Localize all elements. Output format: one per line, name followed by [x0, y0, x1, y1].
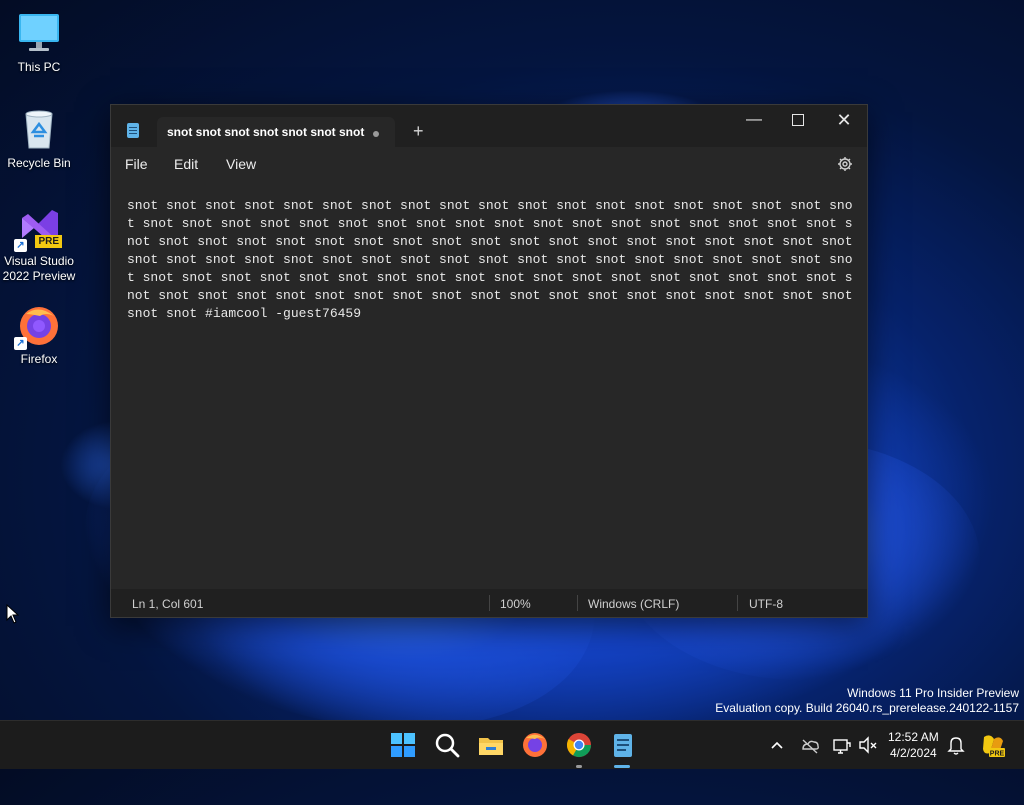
firefox-icon[interactable] [521, 731, 549, 759]
divider [489, 595, 490, 611]
notepad-icon [127, 123, 139, 138]
system-clock[interactable]: 12:52 AM 4/2/2024 [888, 729, 939, 761]
tab-document[interactable]: snot snot snot snot snot snot snot [157, 117, 395, 147]
encoding[interactable]: UTF-8 [749, 597, 783, 611]
clock-time: 12:52 AM [888, 730, 939, 744]
notification-bell-icon[interactable] [946, 731, 966, 759]
search-icon[interactable] [433, 731, 461, 759]
unsaved-indicator-icon[interactable] [373, 131, 379, 137]
desktop-icon-label: Firefox [20, 352, 58, 366]
status-bar: Ln 1, Col 601 100% Windows (CRLF) UTF-8 [111, 589, 867, 617]
shortcut-arrow-icon: ↗ [14, 337, 27, 350]
mouse-cursor-icon [6, 604, 20, 624]
recycle-bin-icon [16, 106, 62, 152]
tab-title: snot snot snot snot snot snot snot [167, 125, 365, 139]
menu-view[interactable]: View [226, 156, 256, 172]
clock-date: 4/2/2024 [889, 746, 937, 760]
desktop-icon-firefox[interactable]: ↗ Firefox [0, 302, 79, 367]
gear-icon[interactable] [837, 156, 853, 172]
desktop-icon-recycle-bin[interactable]: Recycle Bin [0, 106, 79, 171]
watermark-line: Windows 11 Pro Insider Preview [847, 686, 1019, 700]
close-button[interactable]: ✕ [821, 105, 867, 135]
text-editor[interactable]: snot snot snot snot snot snot snot snot … [127, 197, 857, 323]
zoom-level[interactable]: 100% [500, 597, 531, 611]
new-tab-button[interactable]: + [413, 121, 424, 142]
line-ending[interactable]: Windows (CRLF) [588, 597, 679, 611]
visual-studio-icon: PRE ↗ [14, 204, 62, 252]
desktop-icon-visual-studio[interactable]: PRE ↗ Visual Studio 2022 Preview [0, 204, 79, 284]
chrome-icon[interactable] [565, 731, 593, 759]
notepad-icon[interactable] [609, 731, 637, 759]
divider [577, 595, 578, 611]
network-icon[interactable] [832, 731, 852, 759]
divider [737, 595, 738, 611]
file-explorer-icon[interactable] [477, 731, 505, 759]
evaluation-watermark: Windows 11 Pro Insider Preview Evaluatio… [715, 686, 1019, 716]
desktop-icon-label: Recycle Bin [7, 156, 71, 170]
taskbar: 12:52 AM 4/2/2024 PRE [0, 720, 1024, 769]
chevron-up-icon[interactable] [769, 731, 785, 759]
cursor-position: Ln 1, Col 601 [132, 597, 204, 611]
monitor-icon [16, 10, 62, 56]
minimize-button[interactable]: — [731, 105, 777, 135]
menu-edit[interactable]: Edit [174, 156, 198, 172]
svg-text:PRE: PRE [990, 751, 1005, 758]
maximize-icon [792, 113, 804, 126]
desktop-icon-label: This PC [17, 60, 61, 74]
maximize-button[interactable] [775, 105, 821, 135]
menu-file[interactable]: File [125, 156, 148, 172]
firefox-icon: ↗ [14, 302, 62, 350]
desktop-icon-this-pc[interactable]: This PC [0, 10, 79, 75]
copilot-preview-icon[interactable]: PRE [980, 731, 1006, 759]
preview-badge: PRE [35, 235, 62, 248]
notepad-window: snot snot snot snot snot snot snot + — ✕… [110, 104, 868, 618]
onedrive-offline-icon[interactable] [800, 731, 820, 759]
watermark-line: Evaluation copy. Build 26040.rs_prerelea… [715, 701, 1019, 715]
menu-bar: File Edit View [111, 147, 867, 181]
desktop-icon-label: Visual Studio 2022 Preview [2, 254, 76, 283]
start-icon[interactable] [389, 731, 417, 759]
shortcut-arrow-icon: ↗ [14, 239, 27, 252]
title-bar[interactable]: snot snot snot snot snot snot snot + — ✕ [111, 105, 867, 147]
volume-muted-icon[interactable] [858, 731, 878, 759]
